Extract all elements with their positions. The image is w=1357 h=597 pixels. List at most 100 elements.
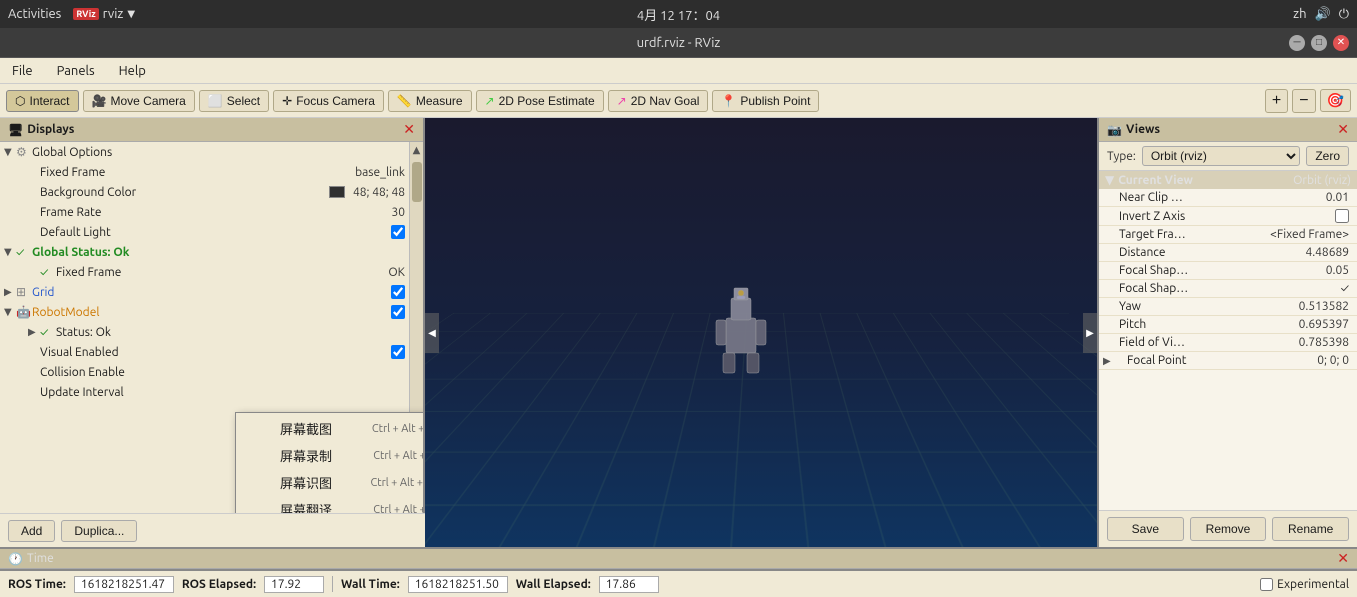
publish-point-button[interactable]: 📍 Publish Point <box>712 90 819 112</box>
experimental-option[interactable]: Experimental <box>1260 578 1349 591</box>
views-zero-button[interactable]: Zero <box>1306 146 1349 166</box>
toggle-left-arrow[interactable]: ◀ <box>425 313 439 353</box>
update-interval-row[interactable]: Update Interval <box>0 382 409 402</box>
collision-enabled-row[interactable]: Collision Enable <box>0 362 409 382</box>
app-dropdown-icon[interactable]: ▼ <box>127 8 135 20</box>
default-light-row[interactable]: Default Light <box>0 222 409 242</box>
toggle-right-arrow[interactable]: ▶ <box>1083 313 1097 353</box>
distance-row[interactable]: Distance 4.48689 <box>1099 244 1357 262</box>
interact-button[interactable]: ⬡ Interact <box>6 90 79 112</box>
window-title: urdf.rviz - RViz <box>68 36 1289 50</box>
robot-icon: 🤖 <box>16 305 32 319</box>
bottom-area: 🕐 Time ✕ ROS Time: 1618218251.47 ROS Ela… <box>0 547 1357 597</box>
default-light-label: Default Light <box>40 226 391 239</box>
global-options-row[interactable]: ▼ ⚙ Global Options <box>0 142 409 162</box>
add-button[interactable]: Add <box>8 520 55 542</box>
invert-z-row[interactable]: Invert Z Axis <box>1099 207 1357 226</box>
focal-point-row[interactable]: ▶ Focal Point 0; 0; 0 <box>1099 352 1357 370</box>
displays-close[interactable]: ✕ <box>403 121 415 138</box>
frame-rate-row[interactable]: Frame Rate 30 <box>0 202 409 222</box>
menu-file[interactable]: File <box>8 62 37 80</box>
fixed-frame-row[interactable]: Fixed Frame base_link <box>0 162 409 182</box>
views-rename-button[interactable]: Rename <box>1272 517 1349 541</box>
visual-enabled-check[interactable] <box>391 345 405 359</box>
camera-sync-button[interactable]: 🎯 <box>1320 89 1351 112</box>
ctx-record[interactable]: 屏幕录制 Ctrl + Alt + S <box>236 442 423 469</box>
time-panel-close[interactable]: ✕ <box>1337 550 1349 567</box>
add-display-button[interactable]: + <box>1265 89 1288 113</box>
minimize-button[interactable]: ─ <box>1289 35 1305 51</box>
views-current-section[interactable]: ▼ Current View Orbit (rviz) <box>1099 171 1357 189</box>
scroll-thumb[interactable] <box>412 162 422 202</box>
fixed-frame-sub-row[interactable]: ✓ Fixed Frame OK <box>0 262 409 282</box>
views-type-select[interactable]: Orbit (rviz) <box>1142 146 1300 166</box>
select-button[interactable]: ⬜ Select <box>199 90 269 112</box>
background-color-row[interactable]: Background Color 48; 48; 48 <box>0 182 409 202</box>
views-close[interactable]: ✕ <box>1337 121 1349 138</box>
focus-camera-button[interactable]: ✛ Focus Camera <box>273 90 384 112</box>
datetime-display: 4月 12 17：04 <box>637 5 720 24</box>
locale-indicator[interactable]: zh <box>1293 7 1306 21</box>
global-status-row[interactable]: ▼ ✓ Global Status: Ok <box>0 242 409 262</box>
settings-icon: ⚙ <box>16 145 32 159</box>
global-options-label: Global Options <box>32 146 405 159</box>
robot-svg <box>701 268 781 388</box>
move-camera-button[interactable]: 🎥 Move Camera <box>83 90 195 112</box>
robot-model-check[interactable] <box>391 305 405 319</box>
maximize-button[interactable]: □ <box>1311 35 1327 51</box>
focal-shape1-row[interactable]: Focal Shap… 0.05 <box>1099 262 1357 280</box>
pose-estimate-button[interactable]: ↗ 2D Pose Estimate <box>476 90 604 112</box>
ctx-screenshot[interactable]: 屏幕截图 Ctrl + Alt + A <box>236 415 423 442</box>
grid-check[interactable] <box>391 285 405 299</box>
title-bar: urdf.rviz - RViz ─ □ ✕ <box>0 28 1357 58</box>
default-light-check[interactable] <box>391 225 405 239</box>
focal-point-arrow[interactable]: ▶ <box>1103 355 1115 367</box>
ctx-screen-translate[interactable]: 屏幕翻译 Ctrl + Alt + F <box>236 496 423 513</box>
menu-bar: File Panels Help <box>0 58 1357 84</box>
3d-view[interactable]: ◀ ▶ <box>425 118 1097 547</box>
3d-canvas[interactable]: ◀ ▶ <box>425 118 1097 547</box>
power-icon[interactable]: ⏻ <box>1339 7 1349 22</box>
minus-button[interactable]: − <box>1292 89 1315 113</box>
wall-elapsed-value: 17.86 <box>599 576 659 593</box>
measure-button[interactable]: 📏 Measure <box>388 90 472 112</box>
window-controls[interactable]: ─ □ ✕ <box>1289 35 1349 51</box>
invert-z-check[interactable] <box>1335 209 1349 223</box>
color-swatch[interactable] <box>329 186 345 198</box>
views-remove-button[interactable]: Remove <box>1190 517 1267 541</box>
ctx-translate[interactable]: 屏幕识图 Ctrl + Alt + O <box>236 469 423 496</box>
close-button[interactable]: ✕ <box>1333 35 1349 51</box>
volume-icon[interactable]: 🔊 <box>1315 7 1331 22</box>
focal-shape2-row[interactable]: Focal Shap… ✓ <box>1099 280 1357 298</box>
yaw-row[interactable]: Yaw 0.513582 <box>1099 298 1357 316</box>
nav-goal-button[interactable]: ↗ 2D Nav Goal <box>608 90 709 112</box>
global-status-arrow[interactable]: ▼ <box>4 246 16 258</box>
field-of-view-label: Field of Vi… <box>1107 336 1299 349</box>
global-options-arrow[interactable]: ▼ <box>4 146 16 158</box>
pose-icon: ↗ <box>485 94 495 108</box>
views-save-button[interactable]: Save <box>1107 517 1184 541</box>
scroll-up-arrow[interactable]: ▲ <box>411 142 423 158</box>
grid-row[interactable]: ▶ ⊞ Grid <box>0 282 409 302</box>
field-of-view-row[interactable]: Field of Vi… 0.785398 <box>1099 334 1357 352</box>
displays-title: Displays <box>27 123 403 136</box>
frame-rate-value: 30 <box>391 206 405 219</box>
target-frame-row[interactable]: Target Fra… <Fixed Frame> <box>1099 226 1357 244</box>
robot-status-row[interactable]: ▶ ✓ Status: Ok <box>0 322 409 342</box>
near-clip-row[interactable]: Near Clip … 0.01 <box>1099 189 1357 207</box>
robot-status-arrow[interactable]: ▶ <box>28 326 40 338</box>
menu-help[interactable]: Help <box>115 62 150 80</box>
visual-enabled-row[interactable]: Visual Enabled <box>0 342 409 362</box>
experimental-checkbox[interactable] <box>1260 578 1273 591</box>
robot-model-arrow[interactable]: ▼ <box>4 306 16 318</box>
panels-row: 🖥 Displays ✕ ▼ ⚙ Global Options <box>0 118 1357 547</box>
grid-arrow[interactable]: ▶ <box>4 286 16 298</box>
tree-area: ▼ ⚙ Global Options Fixed Frame base_link <box>0 142 423 513</box>
robot-model-row[interactable]: ▼ 🤖 RobotModel <box>0 302 409 322</box>
menu-panels[interactable]: Panels <box>53 62 99 80</box>
pitch-row[interactable]: Pitch 0.695397 <box>1099 316 1357 334</box>
views-panel-header: 📷 Views ✕ <box>1099 118 1357 142</box>
activities-label[interactable]: Activities <box>8 7 61 21</box>
views-section-arrow[interactable]: ▼ <box>1105 173 1114 187</box>
duplicate-button[interactable]: Duplica... <box>61 520 137 542</box>
